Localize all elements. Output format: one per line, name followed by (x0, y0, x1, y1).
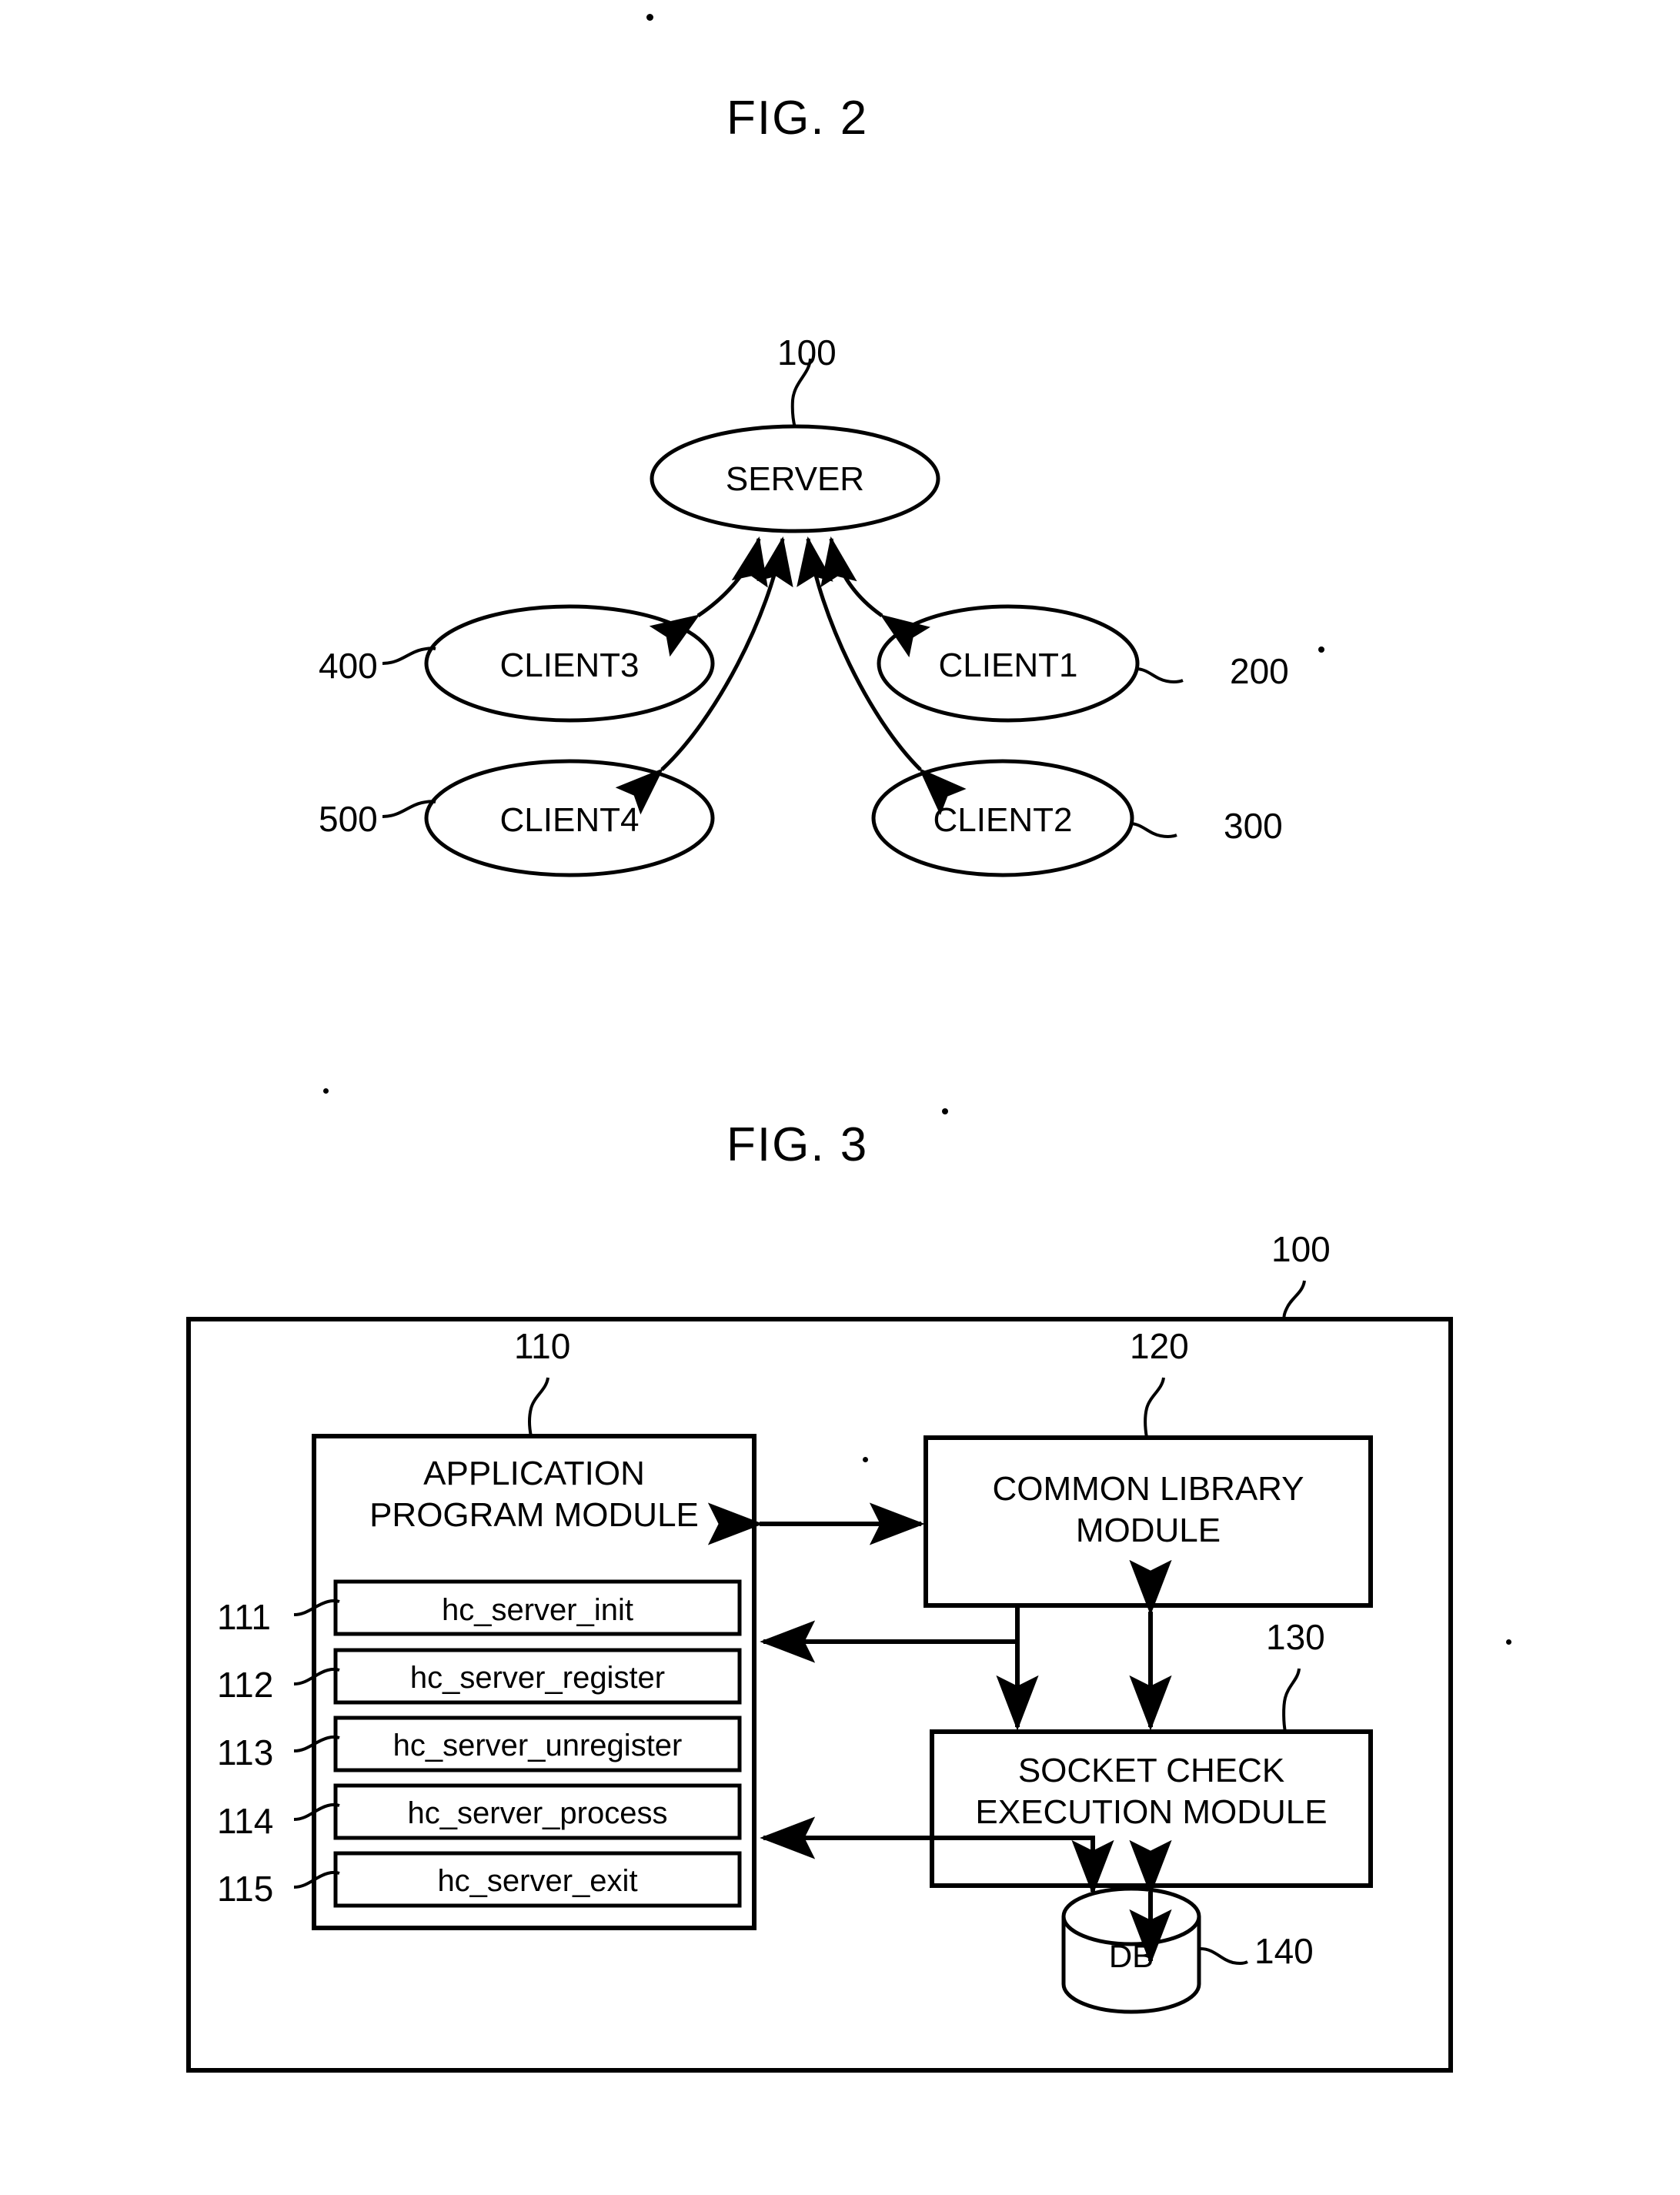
server-node-label: SERVER (725, 460, 865, 498)
ref-numeral-100-system: 100 (1271, 1229, 1331, 1269)
ref-numeral-140: 140 (1254, 1931, 1314, 1971)
function-label-hc-server-process: hc_server_process (407, 1796, 668, 1830)
leader-115 (293, 1870, 340, 1889)
function-label-hc-server-init: hc_server_init (441, 1593, 633, 1627)
client4-node-label: CLIENT4 (499, 801, 640, 839)
leader-113 (293, 1735, 340, 1752)
ref-numeral-110: 110 (514, 1326, 571, 1366)
scan-speck (863, 1457, 868, 1462)
function-label-hc-server-unregister: hc_server_unregister (392, 1729, 683, 1762)
client3-node-label: CLIENT3 (499, 646, 640, 684)
arrow-clm-to-apm-elbow (760, 1607, 1020, 1663)
leader-111 (293, 1599, 340, 1616)
function-label-hc-server-exit: hc_server_exit (437, 1864, 638, 1898)
figure-vector-layer (186, 358, 1453, 2073)
leader-outer-100 (1282, 1280, 1306, 1321)
figure-2-title: FIG. 2 (726, 92, 869, 145)
ref-numeral-400: 400 (319, 646, 378, 686)
client1-node-label: CLIENT1 (938, 646, 1078, 684)
ref-numeral-114: 114 (217, 1801, 274, 1841)
function-label-hc-server-register: hc_server_register (409, 1661, 666, 1695)
scan-speck (942, 1108, 948, 1114)
ref-numeral-100-server: 100 (777, 332, 837, 373)
link-server-client1 (820, 536, 930, 658)
client2-node-label: CLIENT2 (933, 801, 1073, 839)
arrow-scem-to-apm-elbow (760, 1816, 1095, 1887)
db-label: DB (1108, 1938, 1154, 1974)
ref-numeral-113: 113 (217, 1732, 274, 1772)
ref-numeral-115: 115 (217, 1869, 274, 1909)
ref-numeral-112: 112 (217, 1665, 274, 1705)
patent-figure-page: FIG. 2 SERVER CLIENT3 CLIENT1 CLIENT4 CL… (0, 0, 1680, 2195)
ref-numeral-120: 120 (1130, 1326, 1189, 1366)
leader-114 (293, 1802, 340, 1821)
socket-check-execution-module-label: SOCKET CHECK EXECUTION MODULE (975, 1752, 1328, 1831)
leader-120 (1144, 1377, 1165, 1438)
ref-numeral-130: 130 (1266, 1617, 1325, 1657)
ref-numeral-300: 300 (1224, 806, 1283, 846)
link-server-client3 (649, 536, 768, 657)
leader-110 (528, 1377, 549, 1437)
ref-numeral-500: 500 (319, 799, 378, 839)
figure-3-title: FIG. 3 (726, 1118, 869, 1171)
ref-numeral-111: 111 (217, 1597, 271, 1637)
ref-numeral-200: 200 (1230, 651, 1289, 691)
scan-speck (1318, 646, 1324, 653)
scan-speck (1506, 1639, 1511, 1645)
scan-speck (646, 14, 653, 21)
scan-speck (323, 1088, 329, 1094)
leader-130 (1282, 1668, 1301, 1732)
leader-140 (1200, 1947, 1248, 1966)
application-program-module-label: APPLICATION PROGRAM MODULE (369, 1455, 699, 1534)
common-library-module-label: COMMON LIBRARY MODULE (992, 1470, 1304, 1549)
leader-112 (293, 1667, 340, 1686)
